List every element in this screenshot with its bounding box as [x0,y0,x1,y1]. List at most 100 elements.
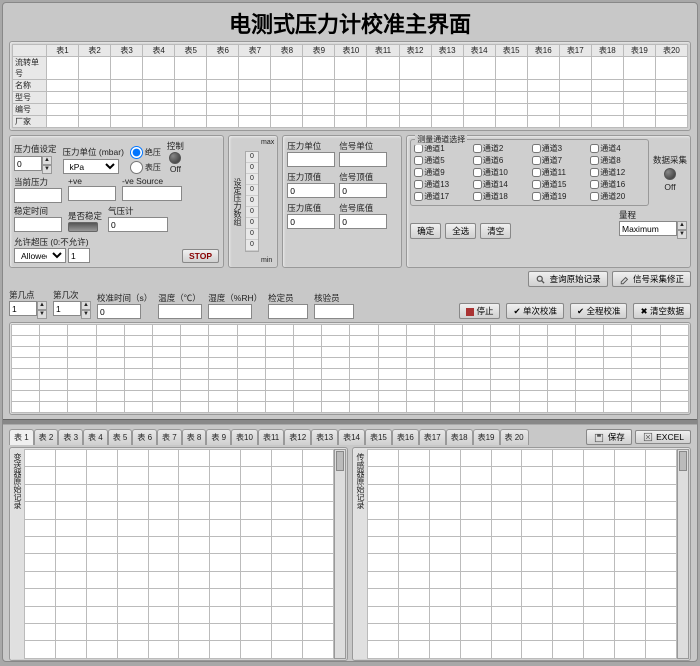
allow-overpressure-value[interactable] [68,248,90,263]
sensor-raw-grid [367,449,677,659]
channel-checkbox-20[interactable]: 通道20 [590,191,645,202]
pressure-unit-label: 压力单位 (mbar) [63,146,124,158]
radio-gauge[interactable]: 表压 [130,161,161,174]
tab-17[interactable]: 表17 [419,429,446,445]
check-icon: ✔ [513,306,520,316]
tab-18[interactable]: 表18 [446,429,473,445]
pos-ve-input[interactable] [68,186,116,201]
tab-19[interactable]: 表19 [473,429,500,445]
tab-12[interactable]: 表12 [284,429,311,445]
stop-button[interactable]: STOP [182,249,219,263]
channel-checkbox-17[interactable]: 通道17 [414,191,469,202]
point-input[interactable] [9,301,37,316]
edit-icon [619,275,631,285]
stable-indicator-icon [68,222,98,232]
tab-9[interactable]: 表 9 [206,429,231,445]
tab-1[interactable]: 表 1 [9,429,34,445]
tab-8[interactable]: 表 8 [182,429,207,445]
tab-4[interactable]: 表 4 [83,429,108,445]
cal-stop-button[interactable]: 停止 [459,303,500,319]
stable-time-input[interactable] [14,217,62,232]
range-input[interactable] [619,221,677,236]
channel-clear-button[interactable]: 清空 [480,223,511,239]
channel-checkbox-10[interactable]: 通道10 [473,167,528,178]
transmitter-raw-grid [24,449,334,659]
channel-checkbox-12[interactable]: 通道12 [590,167,645,178]
pressure-top-input[interactable] [287,183,335,198]
channel-checkbox-9[interactable]: 通道9 [414,167,469,178]
right-grid-title: 传感器原始记录 [354,449,367,659]
excel-button[interactable]: EXCEL [635,430,691,445]
pressure-set-input[interactable] [14,156,42,171]
scrollbar[interactable] [677,449,689,659]
query-raw-button[interactable]: 查询原始记录 [528,271,607,287]
pressure-unit-input[interactable] [287,152,335,167]
stop-icon [466,308,474,316]
save-icon [593,433,605,443]
radio-abs[interactable]: 绝压 [130,146,161,159]
neg-ve-input[interactable] [122,186,182,201]
tab-3[interactable]: 表 3 [58,429,83,445]
tab-11[interactable]: 表11 [258,429,284,445]
pressure-unit-select[interactable]: kPa [63,159,119,174]
tab-2[interactable]: 表 2 [34,429,59,445]
channel-checkbox-16[interactable]: 通道16 [590,179,645,190]
calibration-grid [11,324,689,413]
spin-up-icon[interactable]: ▲ [42,156,52,165]
channel-checkbox-2[interactable]: 通道2 [473,143,528,154]
spin-down-icon[interactable]: ▼ [42,165,52,174]
channel-checkbox-14[interactable]: 通道14 [473,179,528,190]
channel-checkbox-15[interactable]: 通道15 [532,179,587,190]
splitter[interactable] [3,419,697,425]
channel-checkbox-18[interactable]: 通道18 [473,191,528,202]
device-header-table: 表1表2表3表4表5表6表7表8表9表10表11表12表13表14表15表16表… [12,44,688,128]
tab-15[interactable]: 表15 [365,429,392,445]
acquisition-led-icon[interactable] [664,168,676,180]
signal-bot-input[interactable] [339,214,387,229]
signal-unit-input[interactable] [339,152,387,167]
tab-5[interactable]: 表 5 [108,429,133,445]
excel-icon [642,432,654,442]
operator1-input[interactable] [268,304,308,319]
tab-7[interactable]: 表 7 [157,429,182,445]
scrollbar[interactable] [334,449,346,659]
tab-10[interactable]: 表10 [231,429,258,445]
tab-13[interactable]: 表13 [311,429,338,445]
clear-data-button[interactable]: ✖ 清空数据 [633,303,691,319]
control-led-icon[interactable] [169,152,181,164]
trash-icon: ✖ [640,306,647,316]
check-icon: ✔ [577,306,584,316]
current-pressure-input[interactable] [14,188,62,203]
channel-checkbox-6[interactable]: 通道6 [473,155,528,166]
channel-checkbox-13[interactable]: 通道13 [414,179,469,190]
operator2-input[interactable] [314,304,354,319]
channel-checkbox-4[interactable]: 通道4 [590,143,645,154]
control-label: 控制 [167,140,184,152]
tab-6[interactable]: 表 6 [132,429,157,445]
allow-overpressure-select[interactable]: Allowed [14,248,66,263]
channel-checkbox-3[interactable]: 通道3 [532,143,587,154]
temp-input[interactable] [158,304,202,319]
signal-top-input[interactable] [339,183,387,198]
barometer-input[interactable] [108,217,168,232]
pressure-set-label: 压力值设定 [14,143,57,155]
single-cal-button[interactable]: ✔ 单次校准 [506,303,564,319]
full-cal-button[interactable]: ✔ 全程校准 [570,303,628,319]
channel-checkbox-5[interactable]: 通道5 [414,155,469,166]
channel-checkbox-11[interactable]: 通道11 [532,167,587,178]
caltime-input[interactable] [97,304,141,319]
channel-ok-button[interactable]: 确定 [410,223,441,239]
channel-all-button[interactable]: 全选 [445,223,476,239]
times-input[interactable] [53,301,81,316]
tab-20[interactable]: 表 20 [500,429,529,445]
channel-checkbox-7[interactable]: 通道7 [532,155,587,166]
tab-14[interactable]: 表14 [338,429,365,445]
save-button[interactable]: 保存 [586,429,631,445]
channel-checkbox-19[interactable]: 通道19 [532,191,587,202]
pressure-bot-input[interactable] [287,214,335,229]
humidity-input[interactable] [208,304,252,319]
channel-checkbox-8[interactable]: 通道8 [590,155,645,166]
tab-16[interactable]: 表16 [392,429,419,445]
left-grid-title: 变送器原始记录 [11,449,24,659]
signal-fix-button[interactable]: 信号采集修正 [612,271,691,287]
